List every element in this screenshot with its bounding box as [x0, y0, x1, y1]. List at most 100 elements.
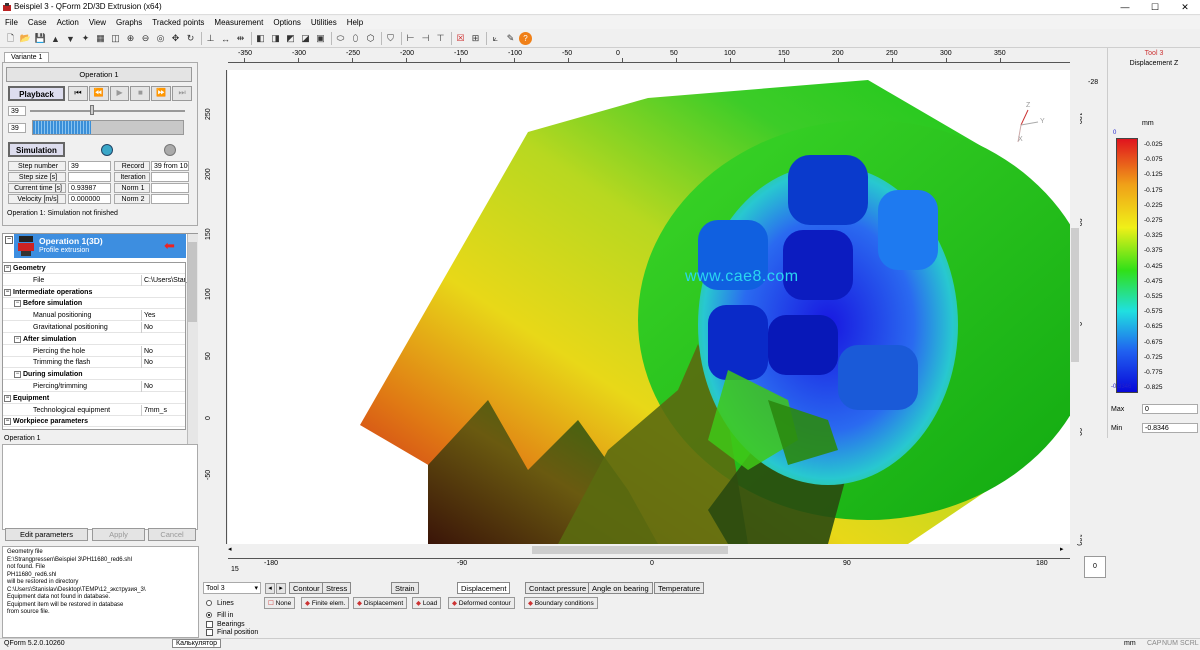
- wand-icon[interactable]: ✎: [504, 32, 517, 45]
- vertical-scrollbar[interactable]: [1070, 70, 1080, 544]
- tree-row[interactable]: − Intermediate operations: [3, 287, 185, 298]
- menu-help[interactable]: Help: [342, 16, 368, 29]
- expand-icon[interactable]: −: [4, 288, 11, 296]
- tree-value[interactable]: No: [141, 322, 153, 333]
- vertical-scrollbar-right[interactable]: [1092, 92, 1104, 538]
- tool-icon[interactable]: ✦: [79, 32, 92, 45]
- check-final-position[interactable]: [206, 629, 213, 636]
- tree-row[interactable]: − During simulation: [3, 369, 185, 381]
- field-value2-0[interactable]: 39 from 100: [151, 161, 189, 171]
- tree-value[interactable]: No: [141, 345, 153, 357]
- new-icon[interactable]: 🗋: [4, 32, 17, 45]
- expand-icon[interactable]: −: [4, 394, 11, 402]
- zoom-icon[interactable]: ◎: [154, 32, 167, 45]
- mode-none[interactable]: ☐ None: [264, 597, 296, 609]
- tree-value[interactable]: 7mm_s: [141, 404, 167, 416]
- minimize-button[interactable]: —: [1110, 0, 1140, 14]
- edit-parameters-button[interactable]: Edit parameters: [5, 528, 88, 541]
- playback-slider-track[interactable]: [30, 110, 185, 112]
- mode-finite-elem-[interactable]: ◆ Finite elem.: [301, 597, 350, 609]
- grid-icon[interactable]: ▦: [94, 32, 107, 45]
- 3d-viewport[interactable]: www.cae8.com Z Y X: [228, 70, 1070, 544]
- tab-displacement[interactable]: Displacement: [457, 582, 511, 594]
- menu-graphs[interactable]: Graphs: [111, 16, 147, 29]
- rotate-icon[interactable]: ↻: [184, 32, 197, 45]
- tree-row[interactable]: − Equipment: [3, 393, 185, 404]
- legend-max-field[interactable]: 0: [1142, 404, 1198, 414]
- tab-stress[interactable]: Stress: [322, 582, 352, 594]
- menu-options[interactable]: Options: [268, 16, 306, 29]
- fit-icon[interactable]: ◫: [109, 32, 122, 45]
- forward-icon[interactable]: ⏩: [151, 86, 172, 101]
- tree-value[interactable]: No: [141, 357, 153, 369]
- tabs-right-icon[interactable]: ▸: [276, 583, 286, 594]
- measure-icon[interactable]: ↔: [219, 32, 232, 45]
- tree-row[interactable]: Piercing the hole No: [3, 345, 185, 357]
- measure2-icon[interactable]: ⇹: [234, 32, 247, 45]
- tree-row[interactable]: − Workpiece parameters: [3, 416, 185, 428]
- tree-row[interactable]: − Geometry: [3, 263, 185, 274]
- cancel-button[interactable]: Cancel: [148, 528, 196, 541]
- tool-select[interactable]: Tool 3 ▾: [203, 582, 261, 594]
- tab-angle-on-bearing[interactable]: Angle on bearing: [588, 582, 653, 594]
- ruler-icon[interactable]: ⊢: [404, 32, 417, 45]
- tree-value[interactable]: C:\Users\Stani: [141, 274, 185, 286]
- help-icon[interactable]: ?: [519, 32, 532, 45]
- extrusion-model[interactable]: [228, 70, 1070, 544]
- radio-fill-in[interactable]: [206, 612, 212, 618]
- legend-min-field[interactable]: -0.8346: [1142, 423, 1198, 433]
- open-icon[interactable]: 📂: [19, 32, 32, 45]
- cut-icon[interactable]: ⊥: [204, 32, 217, 45]
- menu-view[interactable]: View: [84, 16, 111, 29]
- press-icon[interactable]: ▲: [49, 32, 62, 45]
- tab-contour[interactable]: Contour: [289, 582, 324, 594]
- expand-icon[interactable]: −: [14, 335, 21, 343]
- field-value-3[interactable]: 0.000000: [68, 194, 111, 204]
- ellipse-icon[interactable]: ⬭: [334, 32, 347, 45]
- scroll-right-icon[interactable]: ▸: [1060, 545, 1064, 553]
- simulation-button[interactable]: Simulation: [8, 142, 65, 157]
- mode-deformed-contour[interactable]: ◆ Deformed contour: [448, 597, 515, 609]
- stop-icon[interactable]: ■: [130, 86, 151, 101]
- check-bearings[interactable]: [206, 621, 213, 628]
- field-value-1[interactable]: [68, 172, 111, 182]
- tree-row[interactable]: File C:\Users\Stani: [3, 274, 185, 286]
- tree-row[interactable]: Manual positioning Yes: [3, 310, 185, 322]
- view1-icon[interactable]: ◧: [254, 32, 267, 45]
- view5-icon[interactable]: ▣: [314, 32, 327, 45]
- maximize-button[interactable]: ☐: [1140, 0, 1170, 14]
- field-value2-1[interactable]: [151, 172, 189, 182]
- last-frame-icon[interactable]: ⏭: [172, 86, 192, 101]
- rewind-icon[interactable]: ⏪: [88, 86, 109, 101]
- close-button[interactable]: ✕: [1170, 0, 1200, 14]
- tab-contact-pressure[interactable]: Contact pressure: [525, 582, 591, 594]
- zoom-in-icon[interactable]: ⊕: [124, 32, 137, 45]
- axis-icon[interactable]: ⟀: [489, 32, 502, 45]
- tab-variante[interactable]: Variante 1: [4, 52, 50, 62]
- menu-measurement[interactable]: Measurement: [209, 16, 268, 29]
- stop-indicator-icon[interactable]: [164, 144, 176, 156]
- press2-icon[interactable]: ▼: [64, 32, 77, 45]
- field-value2-3[interactable]: [151, 194, 189, 204]
- vertical-scrollbar-thumb[interactable]: [1071, 228, 1079, 362]
- playback-button[interactable]: Playback: [8, 86, 65, 101]
- tree-row[interactable]: − After simulation: [3, 334, 185, 345]
- collapse-icon[interactable]: −: [5, 236, 13, 244]
- menu-case[interactable]: Case: [23, 16, 52, 29]
- simulation-step-field[interactable]: 39: [8, 123, 26, 133]
- tree-row[interactable]: − Before simulation: [3, 298, 185, 310]
- corner-value[interactable]: 0: [1084, 556, 1106, 578]
- play-icon[interactable]: ▶: [109, 86, 130, 101]
- tree-row[interactable]: Trimming the flash No: [3, 357, 185, 369]
- cross-icon[interactable]: ☒: [454, 32, 467, 45]
- field-value-0[interactable]: 39: [68, 161, 111, 171]
- view2-icon[interactable]: ◨: [269, 32, 282, 45]
- ruler3-icon[interactable]: ⊤: [434, 32, 447, 45]
- expand-icon[interactable]: −: [4, 418, 11, 426]
- tree-value[interactable]: No: [141, 381, 153, 392]
- tab-temperature[interactable]: Temperature: [654, 582, 705, 594]
- menu-file[interactable]: File: [0, 16, 23, 29]
- tab-strain[interactable]: Strain: [391, 582, 419, 594]
- operation-header[interactable]: Operation 1(3D) Profile extrusion ⬅: [14, 234, 186, 258]
- save-icon[interactable]: 💾: [34, 32, 47, 45]
